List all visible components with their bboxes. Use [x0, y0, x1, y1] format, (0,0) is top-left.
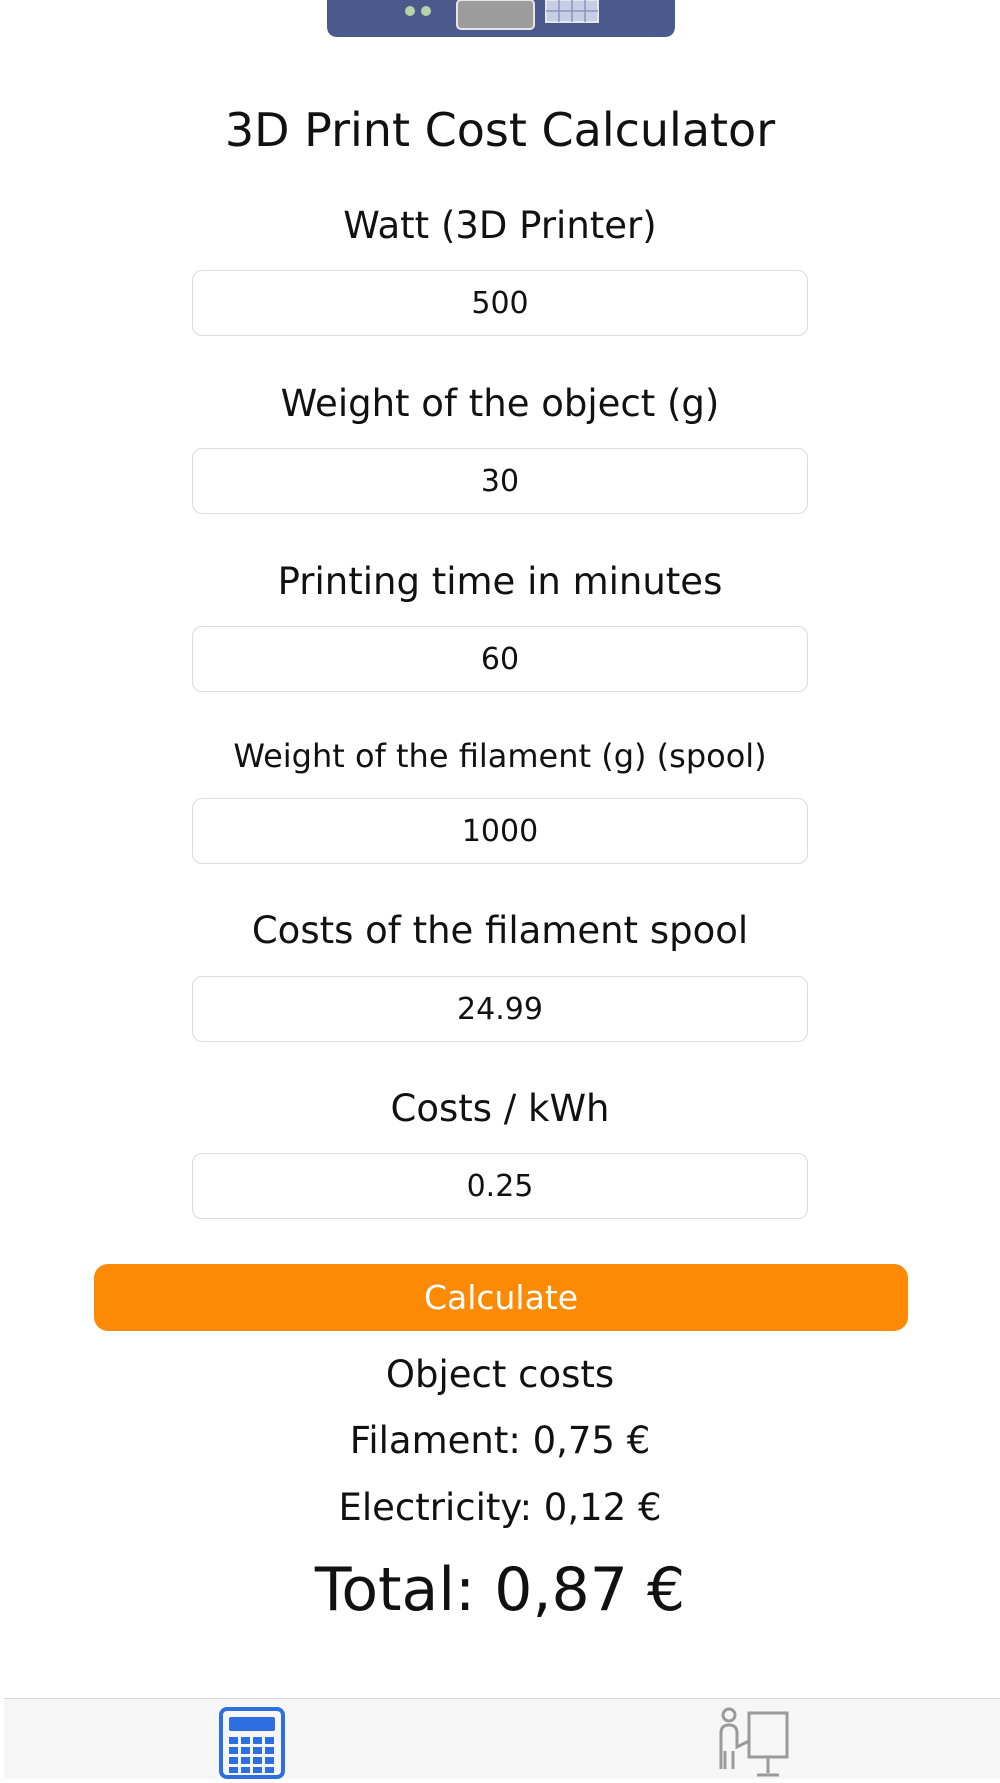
watt-input[interactable]: [192, 270, 808, 336]
calculator-icon: [219, 1707, 285, 1779]
electricity-cost-result: Electricity: 0,12 €: [338, 1486, 662, 1529]
watt-label: Watt (3D Printer): [343, 204, 657, 247]
presenter-icon: [719, 1707, 789, 1777]
total-cost-result: Total: 0,87 €: [314, 1555, 686, 1625]
print-time-label: Printing time in minutes: [277, 560, 723, 603]
calculate-button[interactable]: Calculate: [94, 1264, 908, 1331]
spool-cost-label: Costs of the filament spool: [251, 909, 749, 952]
object-weight-label: Weight of the object (g): [280, 382, 720, 425]
filament-weight-label: Weight of the filament (g) (spool): [233, 737, 767, 775]
printer-illustration: [326, 0, 676, 38]
results-heading: Object costs: [385, 1353, 615, 1396]
tab-calculator[interactable]: [206, 1707, 296, 1779]
page-title: 3D Print Cost Calculator: [224, 103, 776, 157]
object-weight-input[interactable]: [192, 448, 808, 514]
print-time-input[interactable]: [192, 626, 808, 692]
tab-bar: [4, 1698, 1000, 1779]
kwh-cost-label: Costs / kWh: [390, 1087, 610, 1130]
filament-cost-result: Filament: 0,75 €: [349, 1419, 651, 1462]
tab-presenter[interactable]: [709, 1707, 799, 1779]
kwh-cost-input[interactable]: [192, 1153, 808, 1219]
filament-weight-input[interactable]: [192, 798, 808, 864]
spool-cost-input[interactable]: [192, 976, 808, 1042]
